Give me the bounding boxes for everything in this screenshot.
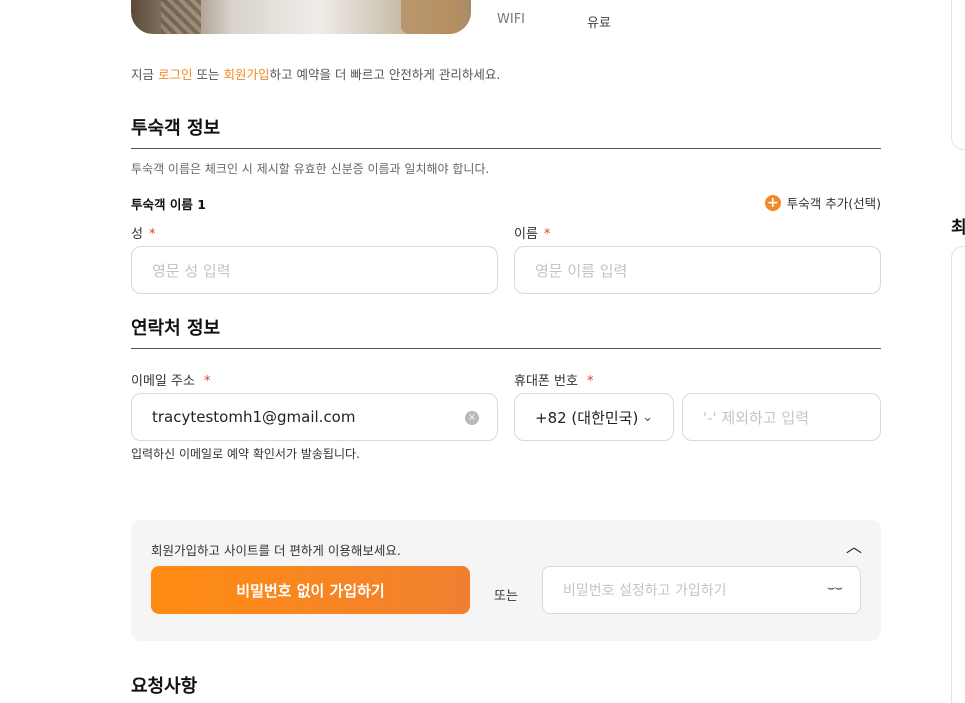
login-note-prefix: 지금 [131,67,158,82]
country-code-value: +82 (대한민국) [535,408,639,427]
email-label: 이메일 주소 * [131,374,211,389]
phone-input[interactable]: '-' 제외하고 입력 [682,393,881,441]
guest-name-label: 투숙객 이름 1 [131,197,206,212]
side-card-top [951,0,965,150]
password-input[interactable]: 비밀번호 설정하고 가입하기 ⌣⌣ [542,566,861,614]
eye-closed-icon[interactable]: ⌣⌣ [827,581,843,596]
signup-without-password-button[interactable]: 비밀번호 없이 가입하기 [151,566,470,614]
guest-info-title: 투숙객 정보 [131,118,221,139]
country-code-select[interactable]: +82 (대한민국) ⌄ [514,393,674,441]
signup-text: 회원가입하고 사이트를 더 편하게 이용해보세요. [151,543,401,558]
side-card-heading: 최 [951,218,965,238]
clear-icon[interactable]: × [465,411,479,425]
last-name-label: 성 * [131,227,156,242]
email-input[interactable]: tracytestomh1@gmail.com × [131,393,498,441]
signup-box: 회원가입하고 사이트를 더 편하게 이용해보세요. ︿ 비밀번호 없이 가입하기… [131,520,881,641]
login-link[interactable]: 로그인 [158,67,193,82]
add-guest-button[interactable]: + 투숙객 추가(선택) [764,193,881,212]
requests-title: 요청사항 [131,676,198,697]
email-note: 입력하신 이메일로 예약 확인서가 발송됩니다. [131,447,360,461]
contact-info-divider [131,348,881,349]
or-text: 또는 [494,589,518,604]
chevron-down-icon: ⌄ [642,410,653,425]
amenity-wifi-value: 유료 [587,16,611,31]
phone-label: 휴대폰 번호 * [514,374,594,389]
last-name-input[interactable]: 영문 성 입력 [131,246,498,294]
login-note-mid: 또는 [192,67,224,82]
first-name-input[interactable]: 영문 이름 입력 [514,246,881,294]
contact-info-title: 연락처 정보 [131,318,221,339]
first-name-label: 이름 * [514,227,551,242]
login-note-suffix: 하고 예약을 더 빠르고 안전하게 관리하세요. [269,67,501,82]
chevron-up-icon[interactable]: ︿ [845,538,863,556]
side-card-bottom [951,246,965,703]
login-note: 지금 로그인 또는 회원가입하고 예약을 더 빠르고 안전하게 관리하세요. [131,64,500,83]
guest-info-hint: 투숙객 이름은 체크인 시 제시할 유효한 신분증 이름과 일치해야 합니다. [131,162,490,176]
add-guest-label: 투숙객 추가(선택) [786,196,881,211]
signup-link[interactable]: 회원가입 [223,67,269,82]
email-value: tracytestomh1@gmail.com [152,408,356,426]
guest-info-divider [131,148,881,149]
plus-icon: + [764,194,781,211]
amenity-wifi-label: WIFI [497,12,525,27]
hotel-photo [131,0,471,34]
